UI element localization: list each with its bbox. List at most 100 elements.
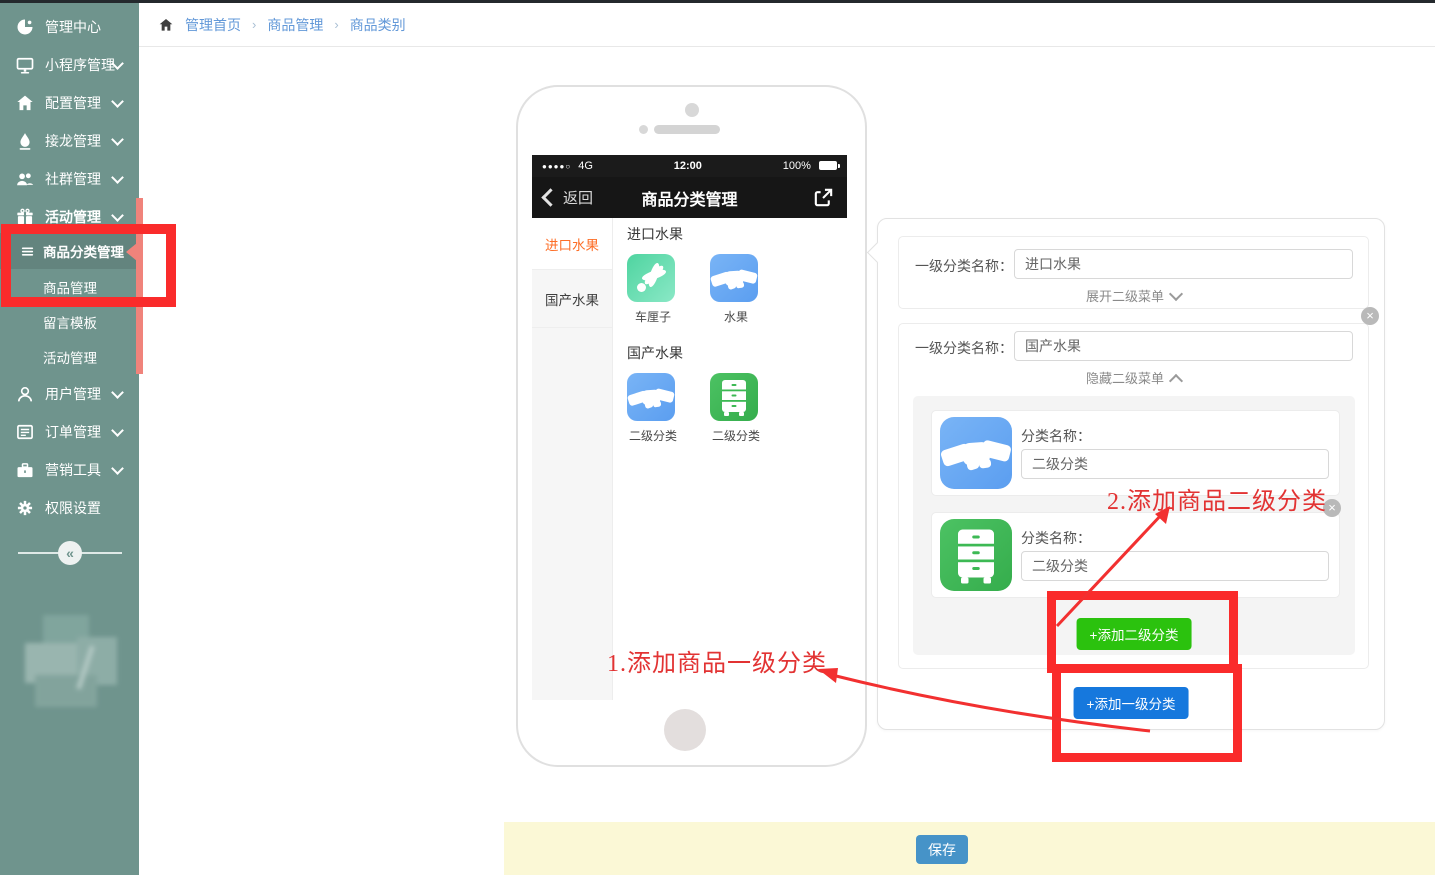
sidebar-item-label: 接龙管理 (45, 131, 101, 151)
breadcrumb-link-goods[interactable]: 商品管理 (267, 15, 323, 35)
category-item-label: 二级分类 (710, 427, 762, 444)
card-pointer (867, 242, 888, 263)
cabinet-icon (940, 519, 1012, 591)
level2-name-label: 分类名称： (1021, 528, 1091, 548)
phone-screen: ●●●●○ 4G 12:00 100% 商品分类管理 返回 (532, 155, 847, 700)
level2-name-input[interactable] (1021, 551, 1329, 581)
level2-row: 分类名称： (931, 512, 1340, 598)
sidebar-item-config[interactable]: 配置管理 (0, 84, 139, 121)
phone-navbar: 商品分类管理 返回 (532, 177, 847, 218)
sidebar: 管理中心 小程序管理 配置管理 接龙管理 社群管理 活动管理 (0, 3, 139, 875)
category-tab-imported[interactable]: 进口水果 (532, 218, 612, 270)
miniprogram-icon (15, 55, 35, 75)
add-level1-button[interactable]: +添加一级分类 (1074, 687, 1189, 719)
sidebar-item-permissions[interactable]: 权限设置 (0, 489, 139, 526)
level1-name-input[interactable] (1014, 249, 1353, 279)
phone-home-button (664, 709, 706, 751)
category-item: 二级分类 (710, 373, 762, 444)
chevron-down-icon (111, 133, 124, 146)
active-group-marker (136, 198, 143, 374)
sidebar-item-label: 配置管理 (45, 93, 101, 113)
sidebar-subitem-message-template[interactable]: 留言模板 (0, 304, 182, 340)
share-icon (812, 186, 835, 209)
sidebar-subitem-label: 活动管理 (43, 347, 97, 367)
sidebar-subitem-goods[interactable]: 商品管理 (0, 269, 182, 305)
network-label: 4G (578, 160, 593, 172)
sidebar-item-activity[interactable]: 活动管理 (0, 198, 139, 235)
chevron-down-icon (111, 95, 124, 108)
cabinet-icon (710, 373, 758, 421)
admin-page: 管理中心 小程序管理 配置管理 接龙管理 社群管理 活动管理 (0, 0, 1435, 875)
category-item-label: 水果 (710, 308, 762, 325)
gift-icon (15, 207, 35, 227)
sidebar-item-label: 订单管理 (45, 422, 101, 442)
sidebar-item-label: 管理中心 (45, 17, 101, 37)
sidebar-subitem-label: 商品管理 (43, 277, 97, 297)
category-tab-column: 进口水果 国产水果 (532, 218, 613, 700)
breadcrumb-link-home[interactable]: 管理首页 (185, 15, 241, 35)
phone-camera-dot (685, 103, 699, 117)
level1-name-input[interactable] (1014, 331, 1353, 361)
remove-level1-button[interactable]: × (1361, 307, 1379, 325)
level2-panel: 分类名称： 分类名称： × +添加二级分类 (913, 396, 1355, 655)
sidebar-item-miniprogram[interactable]: 小程序管理 (0, 46, 139, 83)
chevron-up-icon (1169, 374, 1183, 388)
breadcrumb-separator: › (334, 17, 338, 32)
sidebar-item-orders[interactable]: 订单管理 (0, 413, 139, 450)
sidebar-subitem-goods-category[interactable]: 商品分类管理 (0, 233, 139, 269)
back-button: 返回 (544, 177, 593, 218)
save-button[interactable]: 保存 (916, 835, 968, 864)
shuttle-icon (627, 254, 675, 302)
chevron-down-icon (111, 386, 124, 399)
home-icon (158, 17, 174, 33)
annotation-step1: 1.添加商品一级分类 (607, 643, 827, 678)
expand-submenu-toggle[interactable]: 展开二级菜单 (899, 286, 1368, 305)
sidebar-item-chain[interactable]: 接龙管理 (0, 122, 139, 159)
breadcrumb-current[interactable]: 商品类别 (350, 15, 406, 35)
level1-name-label: 一级分类名称： (915, 256, 1013, 276)
category-item: 二级分类 (627, 373, 679, 444)
handshake-icon (710, 254, 758, 302)
breadcrumb: 管理首页 › 商品管理 › 商品类别 (158, 15, 406, 35)
save-bar: 保存 (504, 822, 1435, 875)
sidebar-item-label: 活动管理 (45, 207, 101, 227)
section-title: 国产水果 (627, 343, 847, 363)
level1-group-imported: 一级分类名称： 展开二级菜单 (898, 236, 1369, 309)
signal-dots-icon: ●●●●○ (542, 162, 571, 171)
sidebar-subitem-label: 商品分类管理 (43, 241, 124, 261)
annotation-step2: 2.添加商品二级分类 (1107, 481, 1327, 516)
sidebar-item-label: 用户管理 (45, 384, 101, 404)
order-list-icon (15, 422, 35, 442)
active-item-arrow (126, 243, 137, 261)
level1-name-label: 一级分类名称： (915, 338, 1013, 358)
breadcrumb-separator: › (252, 17, 256, 32)
category-item-label: 二级分类 (627, 427, 679, 444)
add-level2-button[interactable]: +添加二级分类 (1077, 618, 1192, 650)
chevron-down-icon (111, 462, 124, 475)
sidebar-subitem-activity[interactable]: 活动管理 (0, 339, 182, 375)
sidebar-item-community[interactable]: 社群管理 (0, 160, 139, 197)
sidebar-collapse-button[interactable]: « (58, 541, 82, 565)
sidebar-item-marketing[interactable]: 营销工具 (0, 451, 139, 488)
section-title: 进口水果 (627, 224, 847, 244)
category-item: 水果 (710, 254, 762, 325)
hide-submenu-toggle[interactable]: 隐藏二级菜单 (899, 368, 1368, 387)
battery-percent: 100% (783, 160, 811, 172)
sidebar-subitem-label: 留言模板 (43, 312, 97, 332)
sidebar-item-users[interactable]: 用户管理 (0, 375, 139, 412)
chevron-down-icon (111, 209, 124, 222)
sidebar-item-admin-center[interactable]: 管理中心 (0, 8, 139, 45)
config-home-icon (15, 93, 35, 113)
category-item: 车厘子 (627, 254, 679, 325)
back-label: 返回 (563, 187, 593, 208)
phone-statusbar: ●●●●○ 4G 12:00 100% (532, 155, 847, 177)
toggle-label: 展开二级菜单 (1086, 289, 1164, 304)
level2-name-input[interactable] (1021, 449, 1329, 479)
category-editor-card: 一级分类名称： 展开二级菜单 × 一级分类名称： 隐藏二级菜单 分类名称： (877, 218, 1385, 730)
clock-label: 12:00 (674, 160, 702, 172)
category-tab-domestic[interactable]: 国产水果 (532, 270, 612, 328)
sidebar-item-label: 社群管理 (45, 169, 101, 189)
chevron-down-icon (111, 171, 124, 184)
battery-icon (819, 161, 837, 170)
sidebar-item-label: 营销工具 (45, 460, 101, 480)
